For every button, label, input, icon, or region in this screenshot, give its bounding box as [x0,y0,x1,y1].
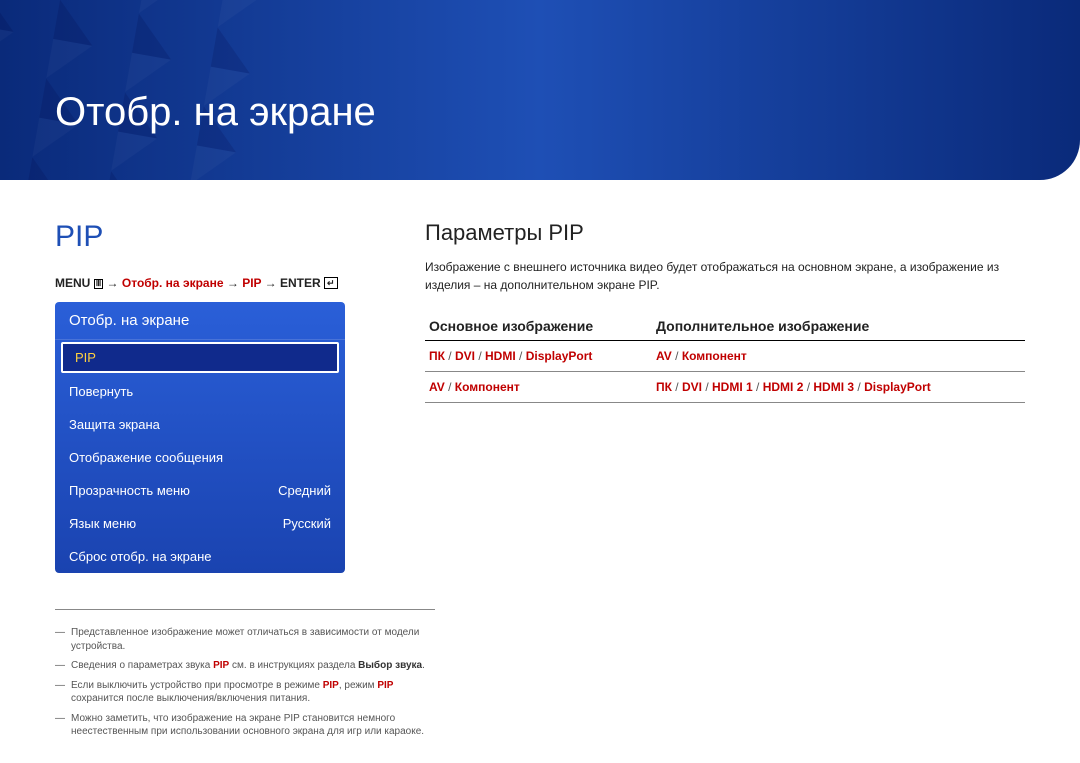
footnote-text: Можно заметить, что изображение на экран… [71,712,435,739]
breadcrumb-arrow: → [107,276,122,290]
section-description: Изображение с внешнего источника видео б… [425,258,1025,294]
osd-item-value: Русский [283,516,331,531]
table-cell: AV / Компонент [652,341,1025,372]
chapter-title: Отобр. на экране [55,90,376,135]
breadcrumb-menu-label: MENU [55,276,90,290]
osd-menu-item[interactable]: Защита экрана [55,408,345,441]
breadcrumb-arrow: → [227,276,242,290]
pip-sources-table: Основное изображение Дополнительное изоб… [425,312,1025,403]
table-cell: AV / Компонент [425,372,652,403]
table-row: ПК / DVI / HDMI / DisplayPortAV / Компон… [425,341,1025,372]
osd-menu-item[interactable]: Повернуть [55,375,345,408]
enter-button-icon: ↵ [324,277,338,289]
osd-item-label: Повернуть [69,384,133,399]
footnote-3: ― Если выключить устройство при просмотр… [55,679,435,706]
osd-item-label: Прозрачность меню [69,483,190,498]
footnotes: ― Представленное изображение может отлич… [55,609,435,739]
osd-menu-item[interactable]: Отображение сообщения [55,441,345,474]
breadcrumb-step-1: Отобр. на экране [122,276,224,290]
table-cell: ПК / DVI / HDMI / DisplayPort [425,341,652,372]
breadcrumb-arrow: → [265,276,280,290]
table-row: AV / КомпонентПК / DVI / HDMI 1 / HDMI 2… [425,372,1025,403]
table-header-sub: Дополнительное изображение [652,312,1025,341]
osd-menu-item[interactable]: Сброс отобр. на экране [55,540,345,573]
breadcrumb-step-2: PIP [242,276,261,290]
section-heading-params: Параметры PIP [425,220,1025,246]
osd-item-label: Язык меню [69,516,136,531]
table-header-main: Основное изображение [425,312,652,341]
section-heading-pip: PIP [55,220,355,254]
osd-item-label: Сброс отобр. на экране [69,549,212,564]
osd-menu-panel: Отобр. на экране PIP Повернуть Защита экра… [55,302,345,573]
osd-menu-header: Отобр. на экране [55,302,345,340]
osd-item-label: Отображение сообщения [69,450,223,465]
table-cell: ПК / DVI / HDMI 1 / HDMI 2 / HDMI 3 / Di… [652,372,1025,403]
osd-item-label: PIP [75,350,96,365]
footnote-2: ― Сведения о параметрах звука PIP см. в … [55,659,435,673]
osd-menu-item[interactable]: Язык меню Русский [55,507,345,540]
footnote-text: Представленное изображение может отличат… [71,626,435,653]
menu-breadcrumb: MENU Ⅲ → Отобр. на экране → PIP → ENTER … [55,276,355,290]
footnote-1: ― Представленное изображение может отлич… [55,626,435,653]
footnote-4: ― Можно заметить, что изображение на экр… [55,712,435,739]
osd-menu-item[interactable]: PIP [61,342,339,373]
osd-menu-item[interactable]: Прозрачность меню Средний [55,474,345,507]
chapter-banner: Отобр. на экране [0,0,1080,180]
menu-button-icon: Ⅲ [94,279,104,289]
osd-item-value: Средний [278,483,331,498]
osd-item-label: Защита экрана [69,417,160,432]
breadcrumb-enter-label: ENTER [280,276,321,290]
